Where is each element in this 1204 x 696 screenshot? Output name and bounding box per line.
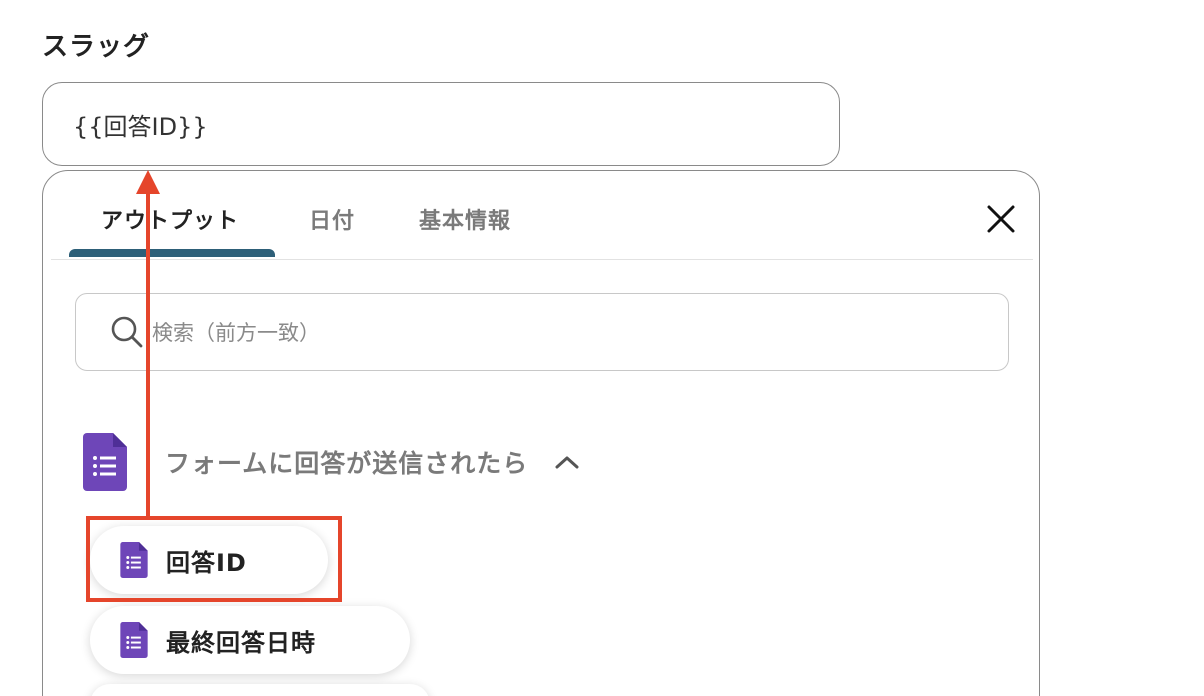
close-button[interactable] (983, 201, 1019, 237)
google-forms-icon (83, 433, 127, 491)
slug-field-label: スラッグ (42, 32, 151, 62)
chevron-up-icon[interactable] (554, 453, 580, 471)
section-title: フォームに回答が送信されたら (165, 449, 529, 478)
slug-input[interactable]: {{回答ID}} (42, 82, 840, 166)
google-forms-icon (120, 622, 148, 658)
tab-output[interactable]: アウトプット (101, 203, 239, 235)
output-item-next[interactable] (90, 684, 430, 696)
search-placeholder: 検索（前方一致） (152, 321, 320, 345)
page: スラッグ {{回答ID}} アウトプット 日付 基本情報 検索（前方一致） フォ… (0, 0, 1204, 696)
search-field[interactable]: 検索（前方一致） (75, 293, 1009, 371)
active-tab-indicator (69, 249, 275, 257)
tab-basic-info[interactable]: 基本情報 (419, 203, 511, 235)
tab-date[interactable]: 日付 (309, 203, 355, 235)
close-icon (987, 205, 1015, 233)
slug-input-value: {{回答ID}} (73, 112, 208, 141)
annotation-highlight-box (86, 516, 342, 602)
tab-bar: アウトプット 日付 基本情報 (51, 171, 1033, 260)
output-item-last-answer-time[interactable]: 最終回答日時 (90, 606, 410, 674)
output-item-label: 最終回答日時 (166, 628, 316, 657)
search-icon (111, 316, 143, 348)
section-header[interactable]: フォームに回答が送信されたら (83, 433, 580, 491)
